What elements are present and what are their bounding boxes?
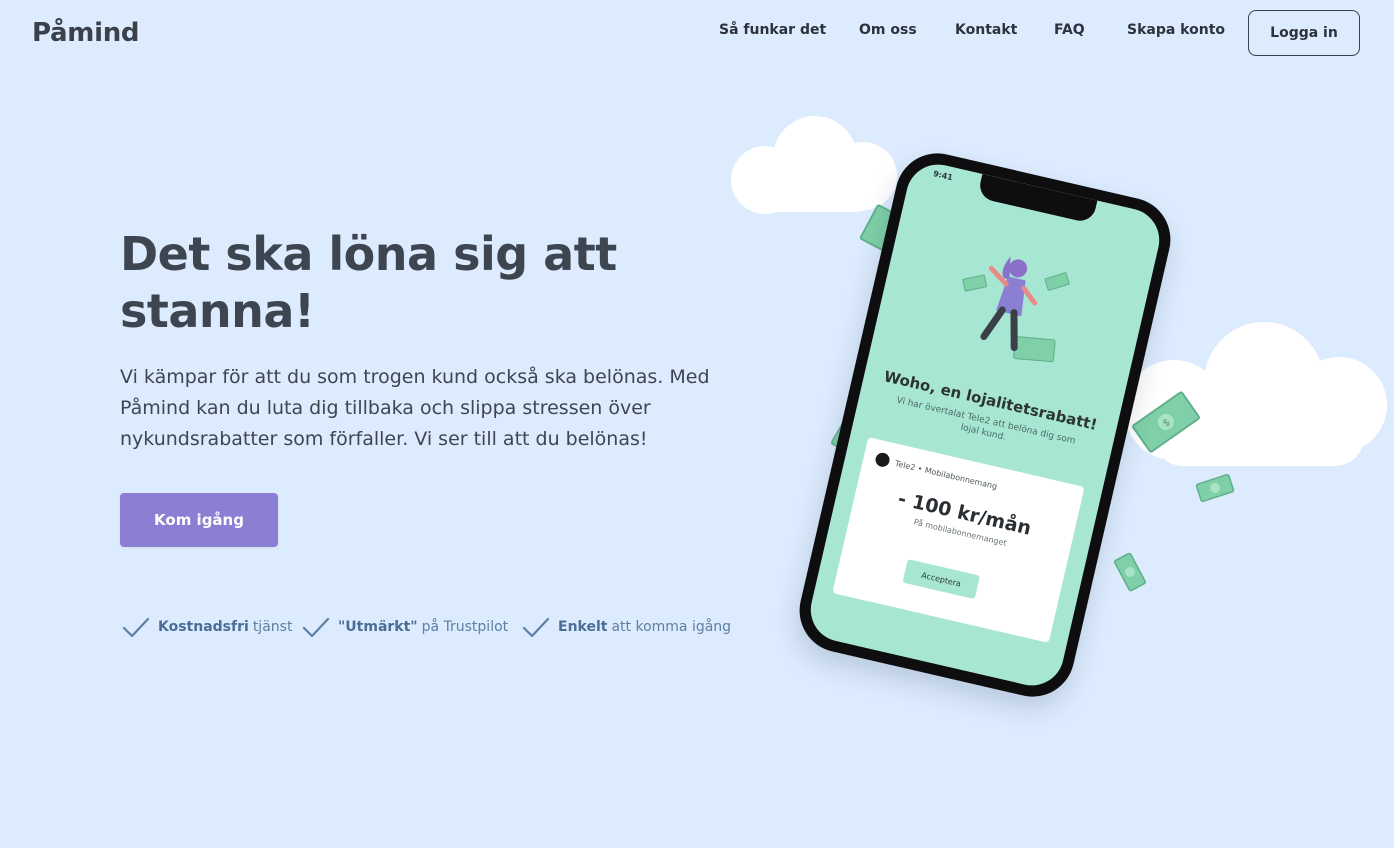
celebrating-person-icon [962,256,1070,363]
feature-bold: "Utmärkt" [338,619,418,635]
nav-link-kontakt[interactable]: Kontakt [955,22,1017,38]
provider-logo-icon [874,451,891,469]
landing-page: Påmind Så funkar det Om oss Kontakt FAQ … [0,0,1394,848]
nav-link-skapa-konto[interactable]: Skapa konto [1127,22,1225,38]
feature-bold: Enkelt [558,619,608,635]
nav-link-sa-funkar-det[interactable]: Så funkar det [719,22,826,38]
feature-text: på Trustpilot [421,619,509,635]
nav-link-om-oss[interactable]: Om oss [859,22,917,38]
phone-mockup: 9:41 Woho, en lojalitetsrabatt! Vi har ö… [791,145,1179,705]
hero-headline: Det ska löna sig att stanna! [120,227,617,338]
cloud-icon [731,116,897,214]
status-time: 9:41 [932,169,954,183]
cloud-icon [1124,322,1387,466]
ticket-provider: Tele2 • Mobilabonnemang [894,458,999,491]
feature-text: tjänst [252,619,293,635]
logo[interactable]: Påmind [32,18,140,48]
feature-bold: Kostnadsfri [158,619,249,635]
hero-intro: Vi kämpar för att du som trogen kund ock… [120,366,710,450]
hero-illustration: $ $ 9:41 [700,100,1394,720]
check-icon [522,617,550,638]
check-icon [302,617,330,638]
get-started-button[interactable]: Kom igång [120,493,278,547]
phone-notch [977,173,1098,224]
accept-button[interactable]: Acceptera [902,559,980,600]
nav-link-faq[interactable]: FAQ [1054,22,1085,38]
login-button[interactable]: Logga in [1248,10,1360,56]
feature-item: "Utmärkt" på Trustpilot [302,616,508,638]
feature-item: Kostnadsfri tjänst [122,616,292,638]
phone-frame: 9:41 Woho, en lojalitetsrabatt! Vi har ö… [791,145,1179,705]
check-icon [122,617,150,638]
banknote-icon [1114,552,1146,592]
discount-ticket: Tele2 • Mobilabonnemang - 100 kr/mån På … [832,437,1085,643]
